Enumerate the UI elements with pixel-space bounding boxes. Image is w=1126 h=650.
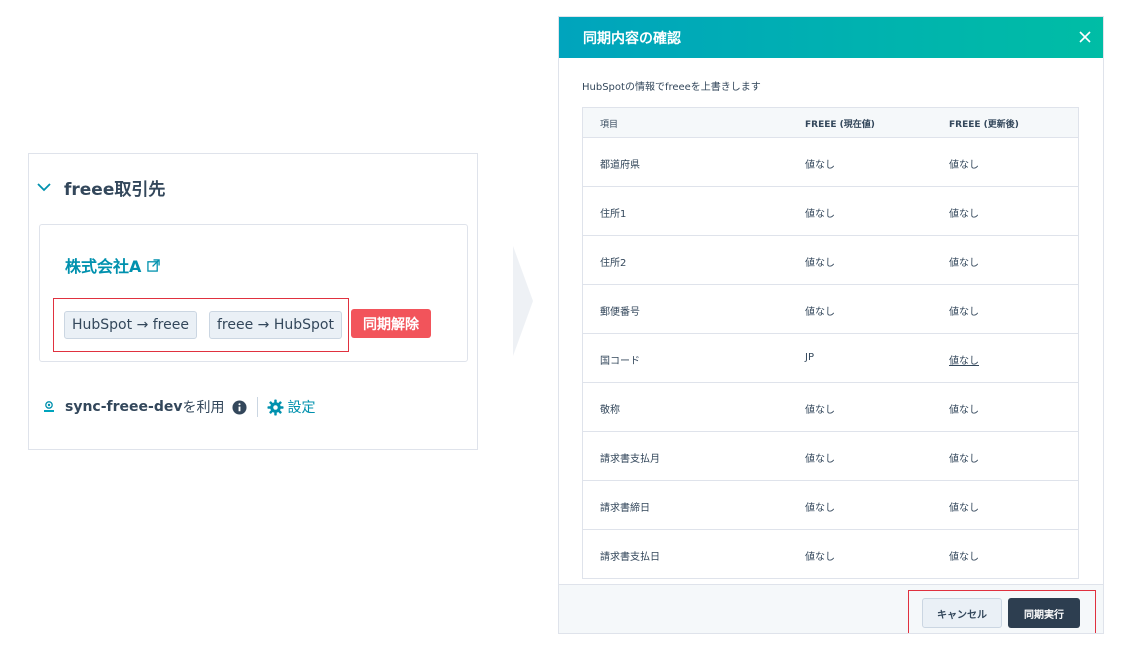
sync-direction-group: HubSpot → freee freee → HubSpot	[53, 298, 349, 352]
cell-updated: 値なし	[949, 307, 979, 318]
cell-item: 郵便番号	[600, 307, 640, 318]
info-icon[interactable]	[232, 399, 247, 415]
hubspot-to-freee-label: HubSpot → freee	[72, 317, 189, 333]
close-icon[interactable]	[1077, 29, 1093, 45]
cell-current: 値なし	[805, 503, 835, 514]
cell-item: 住所2	[600, 258, 627, 269]
modal-title: 同期内容の確認	[583, 31, 681, 47]
table-row: 国コード JP 値なし	[582, 334, 1079, 383]
cell-current: 値なし	[805, 454, 835, 465]
table-row: 住所1 値なし 値なし	[582, 187, 1079, 236]
app-name: sync-freee-dev	[65, 399, 183, 415]
cell-item: 敬称	[600, 405, 620, 416]
external-link-icon	[147, 258, 161, 272]
column-header-item: 項目	[600, 120, 619, 130]
cell-current: JP	[805, 352, 814, 363]
chevron-down-icon	[37, 183, 51, 192]
cancel-button[interactable]: キャンセル	[922, 598, 1002, 628]
cell-updated: 値なし	[949, 258, 979, 269]
sync-logo-icon	[44, 401, 54, 412]
hubspot-to-freee-button[interactable]: HubSpot → freee	[64, 311, 197, 339]
app-info-row: sync-freee-dev を利用 設定	[42, 396, 315, 418]
settings-link[interactable]: 設定	[267, 397, 315, 417]
sync-confirm-modal: 同期内容の確認 HubSpotの情報でfreeeを上書きします 項目 FREEE…	[558, 16, 1104, 634]
table-row: 請求書支払日 値なし 値なし	[582, 530, 1079, 579]
gear-icon	[267, 398, 284, 416]
table-row: 郵便番号 値なし 値なし	[582, 285, 1079, 334]
table-row: 都道府県 値なし 値なし	[582, 138, 1079, 187]
table-row: 請求書支払月 値なし 値なし	[582, 432, 1079, 481]
cell-current: 値なし	[805, 160, 835, 171]
modal-header: 同期内容の確認	[559, 17, 1103, 58]
freee-company-card: freee取引先 株式会社A HubSpot → freee freee → H…	[28, 153, 478, 450]
cell-updated: 値なし	[949, 552, 979, 563]
modal-description: HubSpotの情報でfreeeを上書きします	[582, 82, 761, 93]
column-header-updated: FREEE (更新後)	[949, 120, 1019, 130]
unsync-button[interactable]: 同期解除	[351, 309, 431, 338]
cell-item: 請求書締日	[600, 503, 650, 514]
cell-current: 値なし	[805, 209, 835, 220]
cell-current: 値なし	[805, 552, 835, 563]
sync-fields-table[interactable]: 項目 FREEE (現在値) FREEE (更新後) 都道府県 値なし 値なし …	[582, 107, 1079, 580]
execute-sync-button[interactable]: 同期実行	[1008, 598, 1080, 628]
company-box: 株式会社A HubSpot → freee freee → HubSpot 同期…	[39, 224, 468, 362]
cell-item: 請求書支払月	[600, 454, 660, 465]
cell-current: 値なし	[805, 405, 835, 416]
column-header-current: FREEE (現在値)	[805, 120, 875, 130]
settings-label: 設定	[287, 400, 316, 416]
table-row: 住所2 値なし 値なし	[582, 236, 1079, 285]
cell-item: 国コード	[600, 356, 640, 367]
arrow-right-icon	[513, 246, 533, 356]
card-title: freee取引先	[64, 179, 166, 200]
cell-current: 値なし	[805, 258, 835, 269]
freee-to-hubspot-button[interactable]: freee → HubSpot	[209, 311, 342, 339]
divider	[257, 397, 259, 417]
card-header-toggle[interactable]: freee取引先	[36, 173, 165, 201]
cell-updated: 値なし	[949, 454, 979, 465]
use-label: を利用	[182, 400, 225, 416]
cell-updated: 値なし	[949, 209, 979, 220]
cell-item: 請求書支払日	[600, 552, 660, 563]
cell-updated: 値なし	[949, 405, 979, 416]
company-link[interactable]: 株式会社A	[65, 253, 161, 277]
freee-to-hubspot-label: freee → HubSpot	[217, 317, 334, 333]
cell-updated: 値なし	[949, 503, 979, 514]
table-row: 敬称 値なし 値なし	[582, 383, 1079, 432]
cell-current: 値なし	[805, 307, 835, 318]
table-header: 項目 FREEE (現在値) FREEE (更新後)	[582, 107, 1079, 138]
cell-item: 都道府県	[600, 160, 640, 171]
action-button-group: キャンセル 同期実行	[908, 590, 1096, 633]
cell-updated: 値なし	[949, 356, 979, 367]
cell-item: 住所1	[600, 209, 627, 220]
company-name: 株式会社A	[65, 257, 142, 276]
cell-updated: 値なし	[949, 160, 979, 171]
table-row: 請求書締日 値なし 値なし	[582, 481, 1079, 530]
modal-footer: キャンセル 同期実行	[559, 584, 1103, 633]
